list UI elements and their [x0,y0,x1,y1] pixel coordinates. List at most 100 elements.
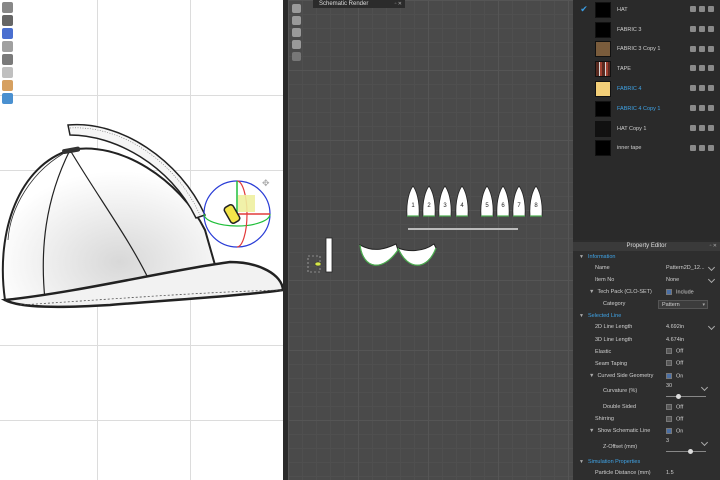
prop-curvature: Curvature (%) 30 [573,382,720,401]
tech-pack-checkbox[interactable] [666,289,672,295]
crown-piece[interactable] [496,185,510,217]
fabric-item[interactable]: HAT Copy 1 [573,119,720,139]
z-offset-field[interactable]: 3 [666,438,669,444]
measure-icon[interactable] [2,93,13,104]
tape-icon[interactable] [2,54,13,65]
edit-pencil-icon[interactable] [707,276,716,284]
show-schematic-checkbox[interactable] [666,427,672,434]
copy-icon[interactable] [690,6,696,12]
delete-icon[interactable] [708,6,714,12]
copy-icon[interactable] [690,104,696,111]
crown-piece[interactable] [455,185,469,217]
select-icon[interactable] [2,2,13,13]
collapse-triangle-icon[interactable]: ▼ [579,313,584,319]
curved-side-checkbox[interactable] [666,372,672,379]
delete-icon[interactable] [708,65,714,72]
fabric-item[interactable]: FABRIC 3 [573,20,720,40]
fabric-swatch[interactable] [595,120,611,137]
section-information[interactable]: ▼ Information [573,251,720,262]
collapse-triangle-icon[interactable]: ▼ [579,459,584,465]
collapse-triangle-icon[interactable]: ▼ [589,428,594,434]
fabric-item[interactable]: FABRIC 4 [573,79,720,99]
edit-pencil-icon[interactable] [707,263,716,272]
fabric-actions [690,65,714,72]
copy-icon[interactable] [690,85,696,92]
item-no-field[interactable]: None [666,277,679,283]
crown-piece[interactable] [422,185,436,217]
copy-icon[interactable] [690,65,696,72]
window-controls-icon[interactable]: ▫ ✕ [710,242,717,251]
delete-icon[interactable] [708,124,714,131]
collapse-triangle-icon[interactable]: ▼ [589,373,594,379]
fabric-item[interactable]: FABRIC 4 Copy 1 [573,99,720,119]
elastic-checkbox[interactable] [666,348,672,355]
hanger-icon[interactable] [2,15,13,26]
crown-piece[interactable] [529,185,543,217]
delete-icon[interactable] [708,85,714,92]
fabric-actions [690,124,714,131]
curvature-slider-knob[interactable] [675,393,681,399]
viewport-3d[interactable]: ✥ [0,0,283,480]
crown-piece[interactable] [480,185,494,217]
copy-icon[interactable] [690,144,696,151]
fabric-item[interactable]: TAPE [573,59,720,79]
copy-icon[interactable] [690,25,696,32]
prop-2d-length: 2D Line Length 4.692in [573,321,720,333]
double-sided-checkbox[interactable] [666,403,672,410]
pattern-canvas[interactable]: 12345678 [288,0,573,480]
edit-pencil-icon[interactable] [700,439,709,447]
seam-taping-checkbox[interactable] [666,360,672,367]
props-icon[interactable] [699,6,705,12]
cap-3d-model[interactable]: ✥ [0,0,283,480]
prop-curved-side: ▼ Curved Side Geometry On [589,372,684,380]
curvature-slider[interactable] [666,393,706,399]
fabric-item[interactable]: inner tape [573,139,720,159]
fabric-swatch[interactable] [595,61,611,78]
props-icon[interactable] [699,45,705,52]
brush-icon[interactable] [2,41,13,52]
props-icon[interactable] [699,144,705,151]
fabric-item[interactable]: FABRIC 3 Copy 1 [573,40,720,60]
pin-icon[interactable] [2,28,13,39]
z-offset-slider[interactable] [666,449,706,455]
fabric-item[interactable]: ✔ HAT [573,0,720,20]
fabric-swatch[interactable] [595,81,611,98]
len2d-field[interactable]: 4.692in [666,324,684,330]
delete-icon[interactable] [708,104,714,111]
copy-icon[interactable] [690,124,696,131]
fabric-swatch[interactable] [595,140,611,157]
props-icon[interactable] [699,124,705,131]
fabric-actions [690,45,714,52]
curvature-field[interactable]: 30 [666,383,672,389]
props-icon[interactable] [699,25,705,32]
viewport-2d[interactable]: Schematic Render ▫ ✕ 12345678 [288,0,573,480]
fabric-swatch[interactable] [595,100,611,117]
avatar-icon[interactable] [2,80,13,91]
fold-icon[interactable] [2,67,13,78]
particle-field[interactable]: 1.5 [666,470,674,476]
props-icon[interactable] [699,65,705,72]
delete-icon[interactable] [708,45,714,52]
section-selected-line[interactable]: ▼ Selected Line [573,310,720,321]
fabric-swatch[interactable] [595,41,611,58]
delete-icon[interactable] [708,25,714,32]
fabric-swatch[interactable] [595,21,611,38]
crown-piece[interactable] [512,185,526,217]
shirring-checkbox[interactable] [666,415,672,422]
edit-pencil-icon[interactable] [700,383,709,391]
collapse-triangle-icon[interactable]: ▼ [579,254,584,260]
props-icon[interactable] [699,85,705,92]
name-field[interactable]: Pattern2D_12... [666,265,705,271]
crown-piece[interactable] [438,185,452,217]
section-simulation[interactable]: ▼ Simulation Properties [573,456,720,467]
fabric-swatch[interactable] [595,1,611,18]
edit-pencil-icon[interactable] [707,323,716,331]
category-dropdown[interactable]: Pattern ▾ [658,299,708,309]
delete-icon[interactable] [708,144,714,151]
prop-item-no: Item No None [573,274,720,286]
collapse-triangle-icon[interactable]: ▼ [589,289,594,295]
props-icon[interactable] [699,104,705,111]
crown-piece[interactable] [406,185,420,217]
z-offset-slider-knob[interactable] [687,449,693,455]
copy-icon[interactable] [690,45,696,52]
